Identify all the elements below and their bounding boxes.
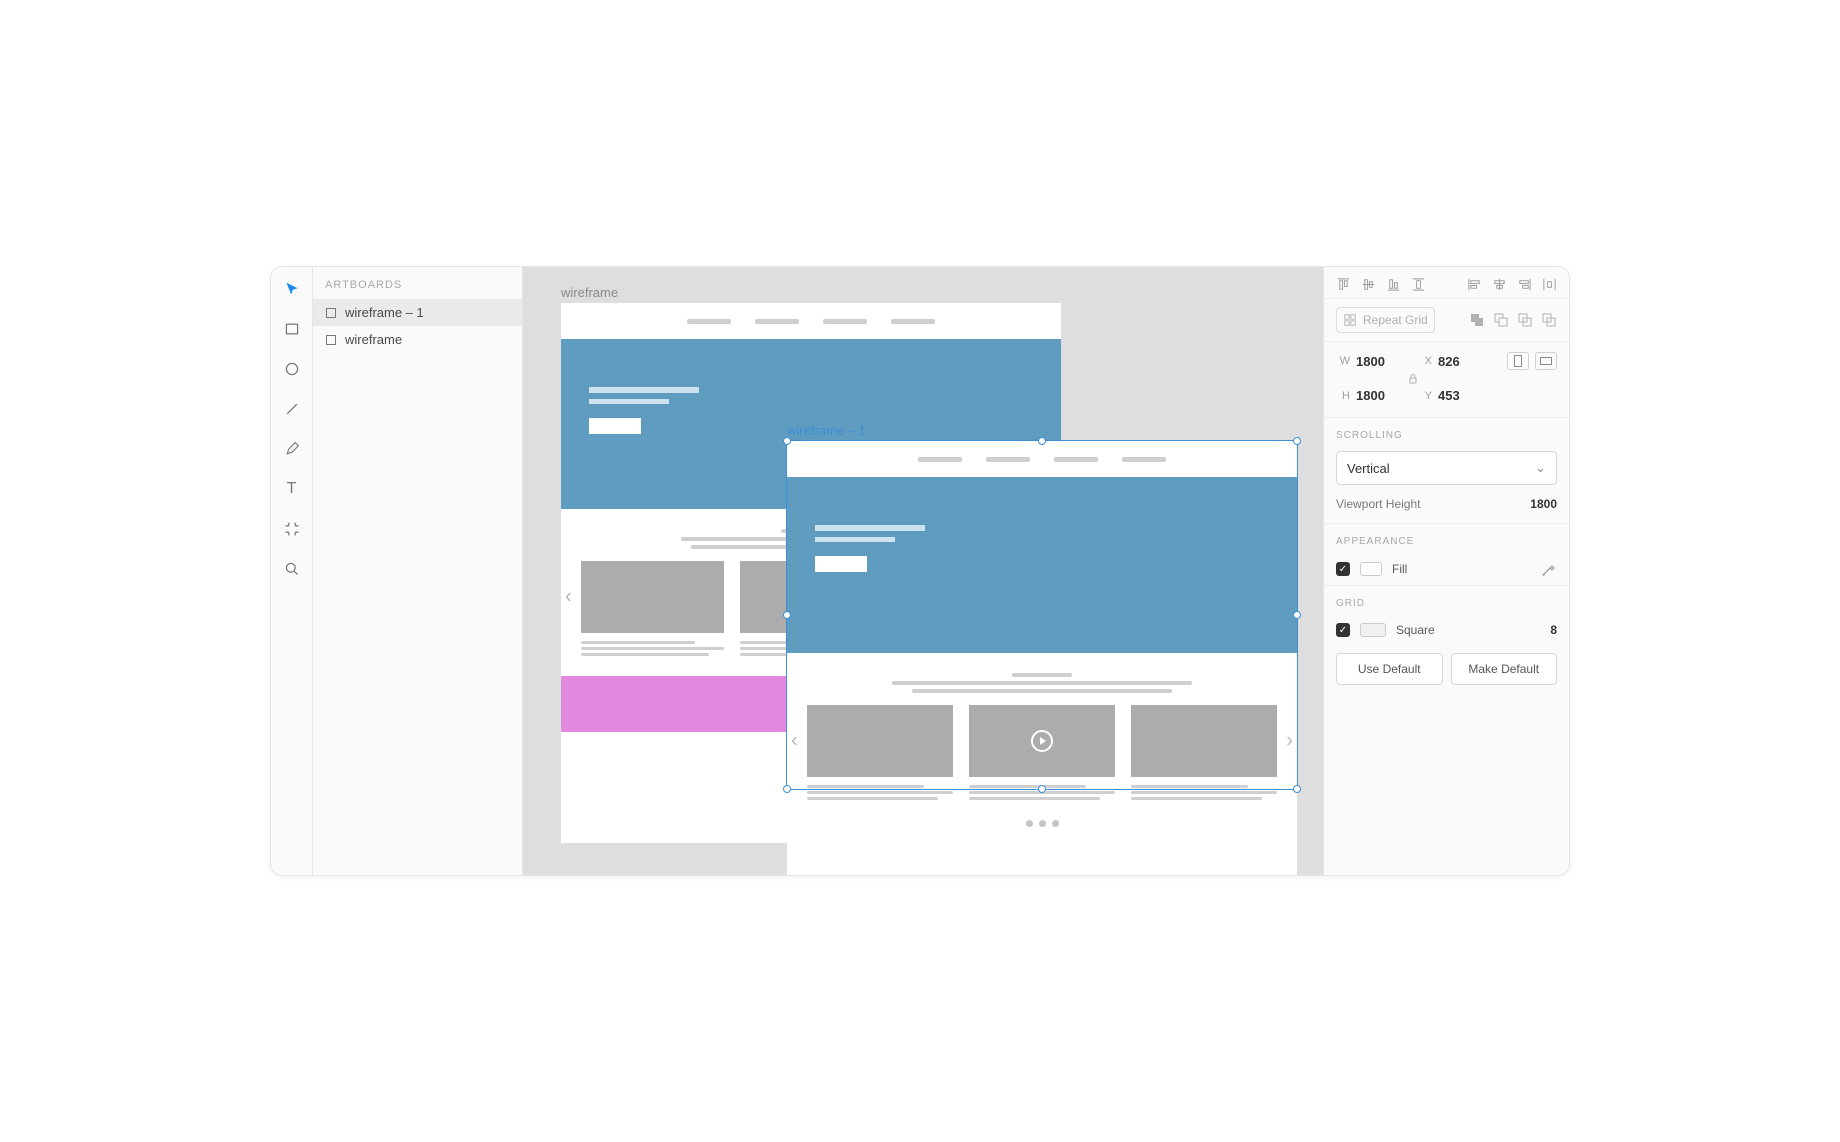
artboard-tool[interactable]: [282, 519, 302, 539]
layer-label: wireframe: [345, 332, 402, 347]
pen-tool[interactable]: [282, 439, 302, 459]
wf-nav: [561, 303, 1061, 339]
y-label: Y: [1418, 390, 1432, 402]
fill-checkbox[interactable]: ✓: [1336, 562, 1350, 576]
wf1-dots: [787, 808, 1297, 839]
repeat-grid-row: Repeat Grid: [1324, 299, 1569, 342]
portrait-button[interactable]: [1507, 352, 1529, 370]
align-stretch-icon[interactable]: [1411, 277, 1426, 292]
fill-swatch[interactable]: [1360, 562, 1382, 576]
ellipse-tool[interactable]: [282, 359, 302, 379]
wf1-nav: [787, 441, 1297, 477]
scrolling-value: Vertical: [1347, 461, 1390, 476]
width-input[interactable]: 1800: [1356, 354, 1412, 369]
layer-item-wireframe-1[interactable]: wireframe – 1: [313, 299, 522, 326]
align-left-icon[interactable]: [1467, 277, 1482, 292]
align-vcenter-icon[interactable]: [1361, 277, 1376, 292]
bool-exclude-icon[interactable]: [1541, 312, 1557, 328]
x-input[interactable]: 826: [1438, 354, 1494, 369]
grid-swatch[interactable]: [1360, 623, 1386, 637]
align-bottom-icon[interactable]: [1386, 277, 1401, 292]
appearance-header: APPEARANCE: [1324, 524, 1569, 553]
wf1-card: [1131, 705, 1277, 777]
grid-type-label: Square: [1396, 623, 1435, 637]
bool-intersect-icon[interactable]: [1517, 312, 1533, 328]
carousel-prev-icon[interactable]: ‹: [791, 730, 798, 753]
artboard-wireframe-1[interactable]: ‹ ›: [787, 441, 1297, 875]
align-top-icon[interactable]: [1336, 277, 1351, 292]
layers-header: ARTBOARDS: [313, 275, 522, 299]
landscape-button[interactable]: [1535, 352, 1557, 370]
wf1-hero: [787, 477, 1297, 653]
inspector-panel: Repeat Grid W 1800 X 826: [1323, 267, 1569, 875]
wf1-card: [807, 705, 953, 777]
grid-header: GRID: [1324, 586, 1569, 615]
rectangle-tool[interactable]: [282, 319, 302, 339]
app-window: T ARTBOARDS wireframe – 1 wireframe wire…: [270, 266, 1570, 876]
artboard-icon: [325, 307, 337, 319]
boolean-ops: [1469, 312, 1557, 328]
lock-icon[interactable]: [1408, 374, 1418, 384]
zoom-tool[interactable]: [282, 559, 302, 579]
text-tool[interactable]: T: [282, 479, 302, 499]
canvas-area[interactable]: wireframe ‹ ›: [523, 267, 1323, 875]
h-label: H: [1336, 390, 1350, 402]
carousel-next-icon[interactable]: ›: [1286, 730, 1293, 753]
make-default-button[interactable]: Make Default: [1451, 653, 1558, 685]
viewport-height-input[interactable]: 1800: [1530, 497, 1557, 511]
repeat-grid-button[interactable]: Repeat Grid: [1336, 307, 1435, 333]
wf1-card-play: [969, 705, 1115, 777]
viewport-height-label: Viewport Height: [1336, 497, 1421, 511]
y-input[interactable]: 453: [1438, 388, 1494, 403]
w-label: W: [1336, 355, 1350, 367]
align-hcenter-icon[interactable]: [1492, 277, 1507, 292]
artboard-label-front[interactable]: wireframe – 1: [787, 423, 866, 438]
tool-bar: T: [271, 267, 313, 875]
select-tool[interactable]: [282, 279, 302, 299]
repeat-grid-label: Repeat Grid: [1363, 313, 1428, 327]
wf-card: [581, 561, 724, 633]
align-right-icon[interactable]: [1517, 277, 1532, 292]
bool-subtract-icon[interactable]: [1493, 312, 1509, 328]
align-bar: [1324, 267, 1569, 299]
eyedropper-icon[interactable]: [1541, 561, 1557, 577]
wf1-subheading: [787, 653, 1297, 705]
artboard-label-back[interactable]: wireframe: [561, 285, 618, 300]
carousel-prev-icon[interactable]: ‹: [565, 586, 572, 609]
transform-section: W 1800 X 826 H 1800 Y 453: [1324, 342, 1569, 418]
grid-checkbox[interactable]: ✓: [1336, 623, 1350, 637]
line-tool[interactable]: [282, 399, 302, 419]
wf1-card-captions: [787, 777, 1297, 808]
wf1-cards: ‹ ›: [787, 705, 1297, 777]
layer-item-wireframe[interactable]: wireframe: [313, 326, 522, 353]
repeat-grid-icon: [1343, 313, 1357, 327]
chevron-down-icon: ⌄: [1535, 460, 1546, 476]
height-input[interactable]: 1800: [1356, 388, 1412, 403]
scrolling-dropdown[interactable]: Vertical ⌄: [1336, 451, 1557, 485]
distribute-icon[interactable]: [1542, 277, 1557, 292]
x-label: X: [1418, 355, 1432, 367]
bool-union-icon[interactable]: [1469, 312, 1485, 328]
use-default-button[interactable]: Use Default: [1336, 653, 1443, 685]
grid-size-input[interactable]: 8: [1550, 623, 1557, 637]
fill-label: Fill: [1392, 562, 1407, 576]
layer-label: wireframe – 1: [345, 305, 424, 320]
scrolling-header: SCROLLING: [1324, 418, 1569, 447]
layers-panel: ARTBOARDS wireframe – 1 wireframe: [313, 267, 523, 875]
artboard-icon: [325, 334, 337, 346]
play-icon: [1031, 730, 1053, 752]
